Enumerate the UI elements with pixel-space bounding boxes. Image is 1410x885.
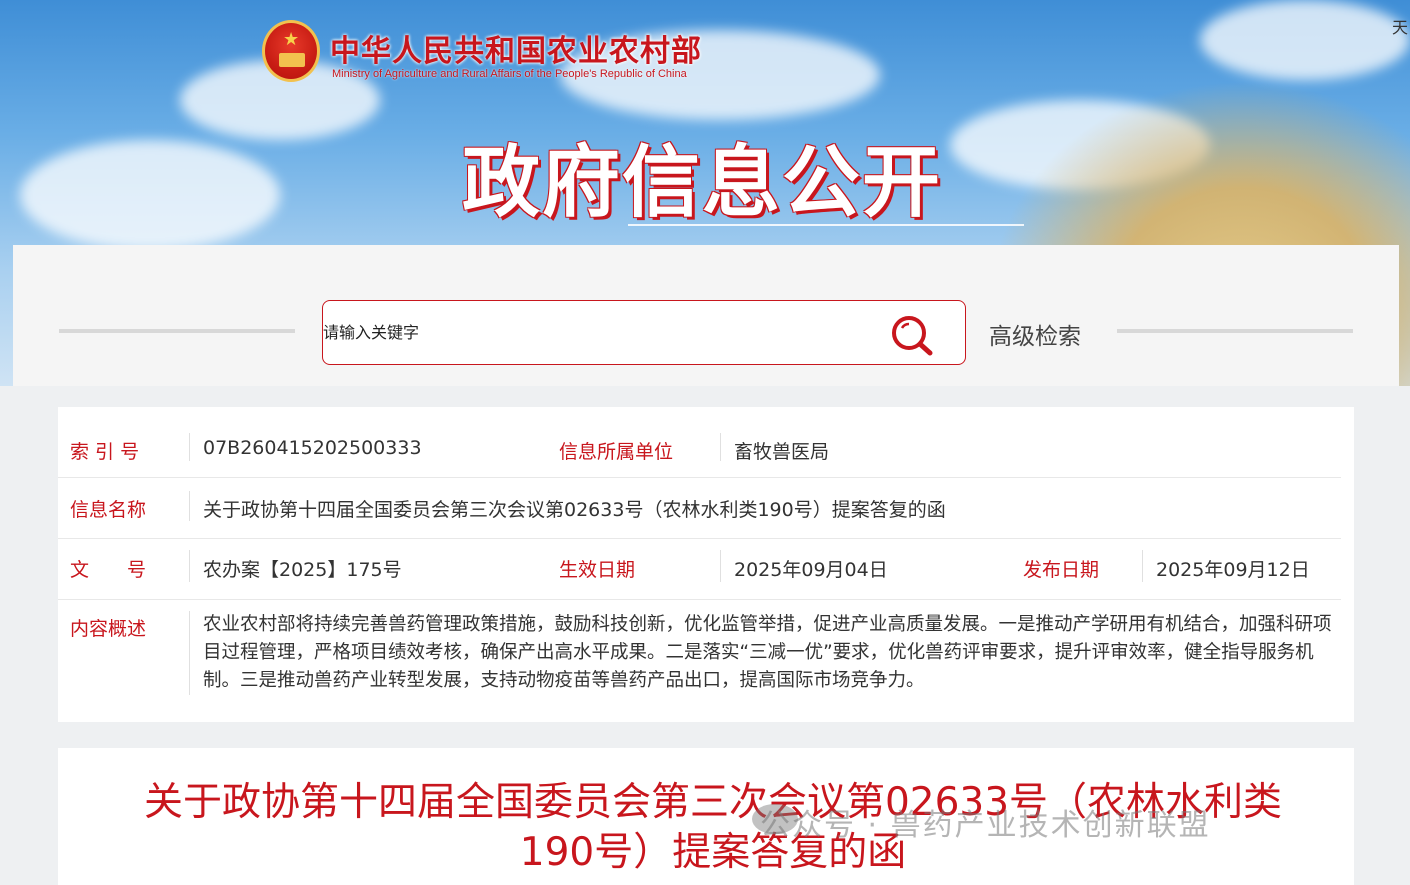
divider xyxy=(720,433,721,461)
divider xyxy=(1117,329,1353,333)
divider xyxy=(189,611,190,695)
divider xyxy=(720,550,721,582)
ministry-name-en: Ministry of Agriculture and Rural Affair… xyxy=(332,68,687,80)
title-underline xyxy=(628,224,1024,226)
publish-date-value: 2025年09月12日 xyxy=(1156,559,1310,581)
table-row: 内容概述 农业农村部将持续完善兽药管理政策措施，鼓励科技创新，优化监管举措，促进… xyxy=(58,603,1341,703)
search-box xyxy=(322,300,966,365)
cloud-decoration xyxy=(1200,0,1410,80)
index-value: 07B260415202500333 xyxy=(203,437,422,459)
search-input[interactable] xyxy=(323,301,883,364)
ministry-name-cn[interactable]: 中华人民共和国农业农村部 xyxy=(330,26,702,70)
corner-text: 天 xyxy=(1391,18,1408,37)
info-name-label: 信息名称 xyxy=(70,499,147,521)
table-row: 信息名称 关于政协第十四届全国委员会第三次会议第02633号（农林水利类190号… xyxy=(58,481,1341,539)
unit-label: 信息所属单位 xyxy=(559,441,674,463)
table-row: 索 引 号 07B260415202500333 信息所属单位 畜牧兽医局 xyxy=(58,423,1341,478)
summary-value: 农业农村部将持续完善兽药管理政策措施，鼓励科技创新，优化监管举措，促进产业高质量… xyxy=(203,614,1332,691)
watermark: 公众号 · 兽药产业技术创新联盟 xyxy=(760,808,1211,843)
divider xyxy=(189,433,190,461)
cloud-decoration xyxy=(20,140,280,250)
effective-date-label: 生效日期 xyxy=(559,559,636,581)
divider xyxy=(189,491,190,521)
divider xyxy=(1142,550,1143,582)
search-panel: 高级检索 xyxy=(13,245,1399,386)
publish-date-label: 发布日期 xyxy=(1023,559,1100,581)
info-name-value: 关于政协第十四届全国委员会第三次会议第02633号（农林水利类190号）提案答复… xyxy=(203,499,946,521)
summary-label: 内容概述 xyxy=(70,618,147,640)
national-emblem-icon: ★ xyxy=(262,20,320,82)
advanced-search-link[interactable]: 高级检索 xyxy=(989,317,1081,351)
index-label: 索 引 号 xyxy=(70,441,140,463)
doc-number-value: 农办案【2025】175号 xyxy=(203,559,402,581)
table-row: 文 号 农办案【2025】175号 生效日期 2025年09月04日 发布日期 … xyxy=(58,540,1341,600)
doc-number-label: 文 号 xyxy=(70,559,147,581)
search-icon[interactable] xyxy=(889,313,935,357)
effective-date-value: 2025年09月04日 xyxy=(734,559,888,581)
unit-value: 畜牧兽医局 xyxy=(734,441,830,463)
divider xyxy=(189,550,190,582)
divider xyxy=(59,329,295,333)
section-title: 政府信息公开 xyxy=(462,138,943,228)
document-info-table: 索 引 号 07B260415202500333 信息所属单位 畜牧兽医局 信息… xyxy=(58,407,1354,722)
